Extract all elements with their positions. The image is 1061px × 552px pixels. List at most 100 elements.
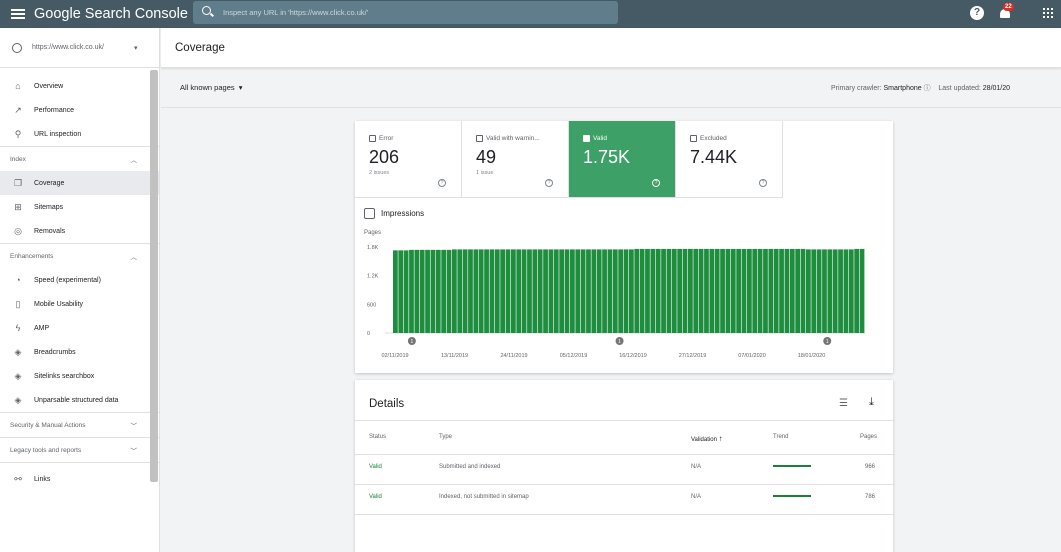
help-icon[interactable]: ? [438,179,446,187]
section-index-label: Index [10,155,26,163]
bar [859,248,865,333]
bar [843,249,849,333]
tile-excluded[interactable]: Excluded 7.44K? [676,121,783,198]
url-inspection-search[interactable] [193,1,618,24]
impressions-checkbox[interactable] [364,208,375,219]
tile-valid[interactable]: Valid 1.75K? [569,121,676,198]
sidebar-item-breadcrumbs[interactable]: ◈ Breadcrumbs [0,340,159,364]
column-header-validation[interactable]: Validation ↑ [691,434,723,443]
column-header-trend[interactable]: Trend [773,434,788,440]
bar [494,249,500,333]
app-title[interactable]: Google Search Console [34,6,188,22]
property-selector[interactable]: https://www.click.co.uk/ ▾ [0,28,159,68]
row-type: Indexed, not submitted in sitemap [439,494,529,500]
file-copy-icon: ❐ [13,177,23,188]
bar [730,248,736,333]
bar [409,249,414,333]
checkbox-icon [369,135,376,142]
row-type: Submitted and indexed [439,464,501,470]
top-app-bar: Google Search Console ? 22 [0,0,1061,28]
help-icon[interactable]: ? [652,179,660,187]
annotation-marker-label: 1 [826,339,829,345]
apps-grid-icon[interactable] [1043,8,1053,18]
bar [677,248,683,333]
bar [816,249,822,333]
bar [779,248,784,333]
bar [709,248,715,333]
bar [720,248,725,333]
download-icon[interactable]: ⤓ [869,396,874,409]
bar [419,249,425,333]
sidebar-item-removals[interactable]: ◎ Removals [0,219,159,243]
sidebar-item-sitelinks-searchbox[interactable]: ◈ Sitelinks searchbox [0,364,159,388]
menu-icon[interactable] [11,9,25,19]
bar [661,248,666,333]
pages-filter-dropdown[interactable]: All known pages ▾ [180,83,243,92]
notifications-icon[interactable]: 22 [999,3,1014,21]
section-legacy[interactable]: Legacy tools and reports ﹀ [0,438,159,462]
column-header-pages[interactable]: Pages [860,434,877,440]
bar [564,249,570,333]
sidebar-item-coverage[interactable]: ❐ Coverage [0,171,159,195]
section-security-label: Security & Manual Actions [10,421,86,429]
tile-subtext: 1 issue [476,170,494,176]
tile-error[interactable]: Error 206 2 issues? [355,121,462,198]
globe-icon [12,42,22,53]
sidebar-item-label: Breadcrumbs [34,348,76,356]
bar [425,249,430,333]
search-icon [201,5,217,21]
section-security[interactable]: Security & Manual Actions ﹀ [0,413,159,437]
sidebar-item-overview[interactable]: ⌂ Overview [0,74,159,98]
sidebar-item-sitemaps[interactable]: ⊞ Sitemaps [0,195,159,219]
sidebar-item-speed-experimental[interactable]: ◔ Speed (experimental) [0,268,159,292]
section-enhancements[interactable]: Enhancements ︿ [0,244,159,268]
tile-label: Valid with warnin... [476,135,568,142]
help-icon[interactable]: ? [970,6,984,20]
row-status: Valid [369,464,382,470]
bar [671,248,677,333]
sidebar-item-unparsable-structured-data[interactable]: ◈ Unparsable structured data [0,388,159,412]
layers-icon: ◈ [14,394,22,405]
sitemap-icon: ⊞ [14,201,22,212]
bar [848,249,854,333]
speed-icon: ◔ [15,275,21,285]
bar [645,248,650,333]
column-header-type[interactable]: Type [439,434,452,440]
search-input[interactable] [223,8,603,17]
tile-subtext: 2 issues [369,170,390,176]
checkbox-icon [583,135,590,142]
bar [827,249,833,333]
sidebar-item-url-inspection[interactable]: ⚲ URL inspection [0,122,159,146]
impressions-label: Impressions [381,209,425,218]
tile-value: 7.44K [690,147,738,167]
impressions-toggle[interactable]: Impressions [364,208,893,219]
help-circle-icon[interactable]: ⓘ [924,85,931,92]
chevron-up-icon: ︿ [130,254,138,261]
bar [441,249,447,333]
bar [736,248,742,333]
sidebar-item-label: Links [34,475,51,483]
bar [452,249,457,333]
x-tick-label: 24/11/2019 [500,353,527,359]
bar [666,248,672,333]
sidebar-item-links[interactable]: ⚯ Links [0,467,159,491]
section-index[interactable]: Index ︿ [0,147,159,171]
sidebar-item-amp[interactable]: ϟ AMP [0,316,159,340]
sidebar-item-performance[interactable]: ↗ Performance [0,98,159,122]
sidebar-scrollbar[interactable] [150,70,158,482]
bar [403,250,409,333]
bar [446,249,452,333]
sidebar-item-label: Sitemaps [34,203,64,211]
help-icon[interactable]: ? [759,179,767,187]
tile-valid[interactable]: Valid with warnin... 49 1 issue? [462,121,569,198]
filter-icon[interactable]: ☰ [839,398,848,409]
chevron-down-icon: ﹀ [130,423,138,430]
phone-icon: ▯ [15,298,21,309]
sidebar-item-mobile-usability[interactable]: ▯ Mobile Usability [0,292,159,316]
column-header-status[interactable]: Status [369,434,386,440]
crawler-info: Primary crawler: Smartphone ⓘ Last updat… [831,83,1010,93]
bar [854,248,860,333]
bar [435,249,441,333]
help-icon[interactable]: ? [545,179,553,187]
bar [789,248,795,333]
